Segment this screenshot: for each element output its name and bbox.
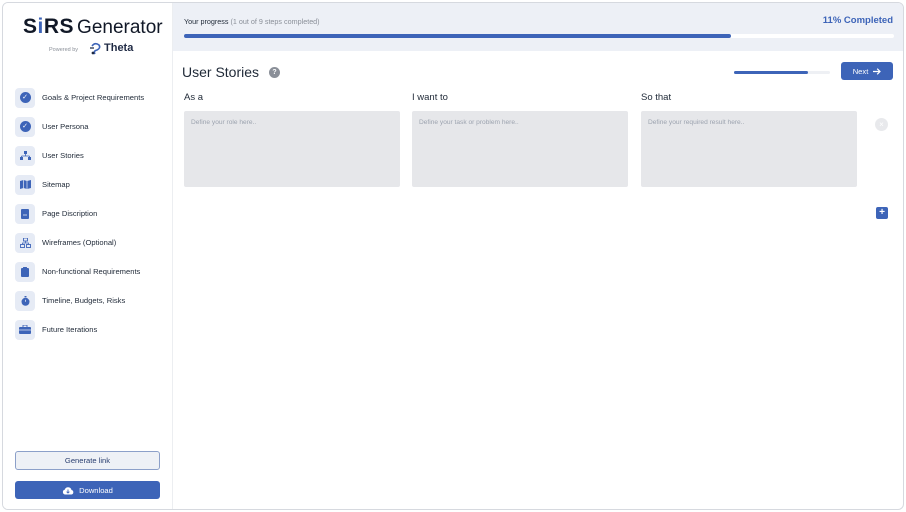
section-progress-fill [734,71,808,74]
map-icon [15,174,35,195]
sidebar-item-label: Future Iterations [42,325,98,334]
sidebar-item-label: Wireframes (Optional) [42,238,117,247]
section-progress-bar [734,71,830,74]
brand-logo: Theta [89,40,133,56]
generate-link-button[interactable]: Generate link [15,451,160,470]
next-label: Next [852,66,869,76]
progress-detail: (1 out of 9 steps completed) [230,17,320,26]
check-circle-icon: ✓ [15,87,35,108]
stopwatch-icon [15,290,35,311]
sidebar-item-label: Non-functional Requirements [42,267,141,276]
sidebar-item-label: User Persona [42,122,89,131]
page-title: User Stories ? [182,64,281,80]
sidebar-item-label: Sitemap [42,180,70,189]
cloud-download-icon [62,486,74,494]
app-logo-generator: Generator [77,17,163,38]
sidebar: SiRS Generator Powered by Theta ✓ Goals &… [3,3,173,509]
column-label-so-that: So that [641,92,672,103]
help-icon[interactable]: ? [269,66,281,78]
sidebar-item-user-persona[interactable]: ✓ User Persona [15,112,165,141]
progress-header: Your progress (1 out of 9 steps complete… [173,3,903,51]
progress-bar [184,34,894,38]
progress-bar-fill [184,34,731,38]
column-label-as-a: As a [184,92,204,103]
arrow-right-icon [873,67,882,75]
progress-percent: 11% Completed [822,15,893,26]
progress-label: Your progress (1 out of 9 steps complete… [184,17,320,26]
brand-name: Theta [104,42,134,54]
sidebar-item-wireframes[interactable]: Wireframes (Optional) [15,228,165,257]
sidebar-item-sitemap[interactable]: Sitemap [15,170,165,199]
role-input[interactable] [184,111,400,187]
app-window: SiRS Generator Powered by Theta ✓ Goals &… [2,2,904,510]
remove-row-button[interactable]: × [875,118,888,131]
document-icon [15,203,35,224]
clipboard-icon [15,261,35,282]
sidebar-item-future-iterations[interactable]: Future Iterations [15,315,165,344]
next-button[interactable]: Next [841,62,893,80]
download-button[interactable]: Download [15,481,160,499]
check-circle-icon: ✓ [15,116,35,137]
download-label: Download [79,485,113,495]
sitemap-icon [15,145,35,166]
add-row-button[interactable]: + [876,207,888,219]
sidebar-item-user-stories[interactable]: User Stories [15,141,165,170]
sidebar-item-label: Timeline, Budgets, Risks [42,296,126,305]
app-logo: SiRS Generator [23,15,163,38]
main-content: User Stories ? Next As a I want to So th… [173,51,903,509]
task-input[interactable] [412,111,628,187]
sidebar-item-timeline[interactable]: Timeline, Budgets, Risks [15,286,165,315]
powered-by-label: Powered by [49,47,79,53]
toolbox-icon [15,319,35,340]
column-label-i-want-to: I want to [412,92,448,103]
sidebar-item-label: User Stories [42,151,84,160]
hierarchy-icon [15,232,35,253]
sidebar-item-label: Goals & Project Requirements [42,93,145,102]
result-input[interactable] [641,111,857,187]
sidebar-item-non-functional[interactable]: Non-functional Requirements [15,257,165,286]
sidebar-item-page-description[interactable]: Page Discription [15,199,165,228]
theta-logo-icon [90,42,101,55]
sidebar-item-goals[interactable]: ✓ Goals & Project Requirements [15,83,165,112]
sidebar-item-label: Page Discription [42,209,98,218]
sidebar-nav: ✓ Goals & Project Requirements ✓ User Pe… [15,83,165,344]
